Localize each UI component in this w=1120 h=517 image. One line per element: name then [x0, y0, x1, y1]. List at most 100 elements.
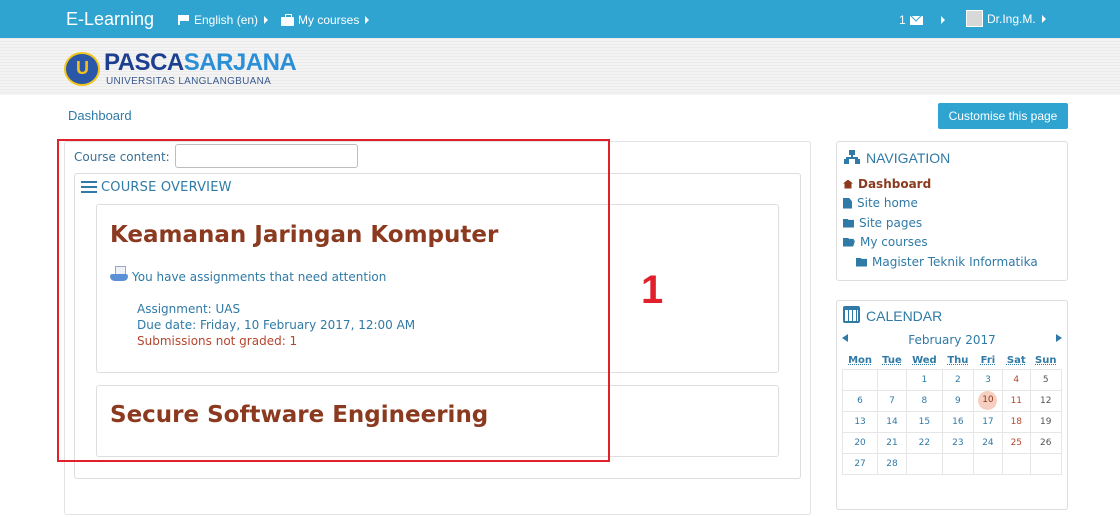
calendar-day — [877, 368, 907, 391]
calendar-title: CALENDAR — [866, 308, 943, 324]
calendar-day — [905, 452, 943, 475]
user-name: Dr.Ing.M. — [987, 11, 1036, 26]
logo-wordmark[interactable]: PASCASARJANA — [104, 49, 297, 76]
envelope-icon — [909, 15, 923, 25]
weekday-header: Sat — [1006, 354, 1026, 366]
nav-item-site-pages[interactable]: Site pages — [843, 216, 922, 230]
customise-page-button[interactable]: Customise this page — [938, 103, 1068, 129]
calendar-day[interactable]: 17 — [972, 410, 1004, 433]
calendar-month-label[interactable]: February 2017 — [842, 333, 1062, 347]
calendar-day — [941, 452, 974, 475]
site-brand[interactable]: E-Learning — [66, 9, 154, 30]
nav-item-label: Dashboard — [858, 177, 932, 191]
folder-icon — [843, 218, 854, 228]
nav-item-magister-teknik-informatika[interactable]: Magister Teknik Informatika — [856, 255, 1038, 269]
calendar-day[interactable]: 10 — [972, 389, 1004, 412]
folder-icon — [856, 257, 867, 267]
calendar-day[interactable]: 21 — [877, 431, 907, 454]
my-courses-menu[interactable]: My courses — [281, 13, 370, 27]
briefcase-icon — [281, 13, 294, 26]
calendar-month-row: February 2017 — [842, 331, 1062, 349]
calendar-day[interactable]: 14 — [877, 410, 907, 433]
logo-subtitle: UNIVERSITAS LANGLANGBUANA — [106, 76, 272, 87]
navigation-title: NAVIGATION — [866, 150, 951, 166]
calendar-day[interactable]: 24 — [972, 431, 1004, 454]
caret-right-icon — [264, 16, 269, 24]
nav-item-label: Site home — [857, 196, 918, 210]
weekday-header: Wed — [912, 354, 937, 366]
calendar-week-row: 20 21 22 23 24 25 26 — [841, 431, 1063, 454]
calendar-icon — [843, 306, 860, 323]
calendar-day — [1029, 452, 1063, 475]
calendar-day[interactable]: 9 — [941, 389, 974, 412]
flag-icon — [178, 15, 190, 25]
university-logo-icon[interactable] — [64, 52, 100, 86]
messages-menu[interactable]: 1 — [899, 13, 945, 27]
nav-item-label: My courses — [860, 235, 928, 249]
file-icon — [843, 197, 852, 209]
caret-right-icon — [365, 16, 370, 24]
calendar-day[interactable]: 6 — [841, 389, 879, 412]
nav-item-my-courses[interactable]: My courses — [843, 235, 928, 249]
breadcrumb[interactable]: Dashboard — [68, 108, 132, 123]
calendar-day[interactable]: 22 — [905, 431, 943, 454]
calendar-table: Mon Tue Wed Thu Fri Sat Sun 1 2 3 4 5 6 7 8 9 10 1… — [841, 352, 1063, 475]
calendar-day[interactable]: 27 — [841, 452, 879, 475]
caret-right-icon — [1041, 14, 1046, 23]
calendar-week-row: 12345 — [841, 368, 1063, 391]
calendar-day[interactable]: 15 — [905, 410, 943, 433]
top-navbar: E-Learning English (en) My courses 1 Dr.… — [0, 0, 1120, 38]
weekday-header: Sun — [1035, 354, 1057, 366]
calendar-day[interactable]: 8 — [905, 389, 943, 412]
logo-word-part2: SARJANA — [183, 49, 297, 76]
language-label: English (en) — [194, 13, 259, 27]
annotation-box — [57, 139, 610, 462]
nav-item-site-home[interactable]: Site home — [843, 196, 918, 210]
messages-count: 1 — [899, 13, 906, 27]
calendar-day[interactable]: 3 — [972, 368, 1004, 391]
language-menu[interactable]: English (en) — [178, 13, 269, 27]
calendar-day[interactable]: 28 — [877, 452, 907, 475]
sitemap-icon — [844, 150, 860, 164]
folder-open-icon — [843, 237, 855, 247]
calendar-day[interactable]: 16 — [941, 410, 974, 433]
home-icon — [843, 179, 853, 189]
weekday-header: Tue — [882, 354, 902, 366]
nav-item-dashboard[interactable]: Dashboard — [843, 177, 931, 191]
calendar-week-row: 6 7 8 9 10 11 12 — [841, 389, 1063, 412]
calendar-day[interactable]: 26 — [1029, 431, 1063, 454]
calendar-week-row: 27 28 — [841, 452, 1063, 475]
next-month-icon[interactable] — [1056, 334, 1062, 342]
calendar-day[interactable]: 2 — [941, 368, 974, 391]
calendar-day[interactable]: 1 — [905, 368, 943, 391]
calendar-day[interactable]: 12 — [1029, 389, 1063, 412]
nav-item-label: Magister Teknik Informatika — [872, 255, 1038, 269]
weekday-header: Thu — [947, 354, 969, 366]
calendar-day[interactable]: 4 — [1002, 368, 1031, 391]
page: E-Learning English (en) My courses 1 Dr.… — [0, 0, 1120, 517]
calendar-day[interactable]: 25 — [1002, 431, 1031, 454]
calendar-week-row: 13 14 15 16 17 18 19 — [841, 410, 1063, 433]
logo-word-part1: PASCA — [104, 49, 184, 76]
calendar-day[interactable]: 20 — [841, 431, 879, 454]
calendar-day[interactable]: 7 — [877, 389, 907, 412]
calendar-day — [972, 452, 1004, 475]
calendar-day[interactable]: 5 — [1029, 368, 1063, 391]
weekday-header: Mon — [848, 354, 873, 366]
nav-item-label: Site pages — [859, 216, 923, 230]
calendar-today: 10 — [978, 391, 998, 410]
previous-month-icon[interactable] — [842, 334, 848, 342]
calendar-day — [1002, 452, 1031, 475]
calendar-day[interactable]: 18 — [1002, 410, 1031, 433]
avatar — [966, 10, 983, 27]
weekday-header: Fri — [980, 354, 996, 366]
user-menu[interactable]: Dr.Ing.M. — [966, 10, 1046, 27]
calendar-day[interactable]: 11 — [1002, 389, 1031, 412]
my-courses-label: My courses — [298, 13, 360, 27]
annotation-number: 1 — [641, 268, 664, 312]
calendar-day[interactable]: 23 — [941, 431, 974, 454]
caret-right-icon — [940, 16, 945, 24]
calendar-day[interactable]: 13 — [841, 410, 879, 433]
calendar-day[interactable]: 19 — [1029, 410, 1063, 433]
calendar-day — [841, 368, 879, 391]
